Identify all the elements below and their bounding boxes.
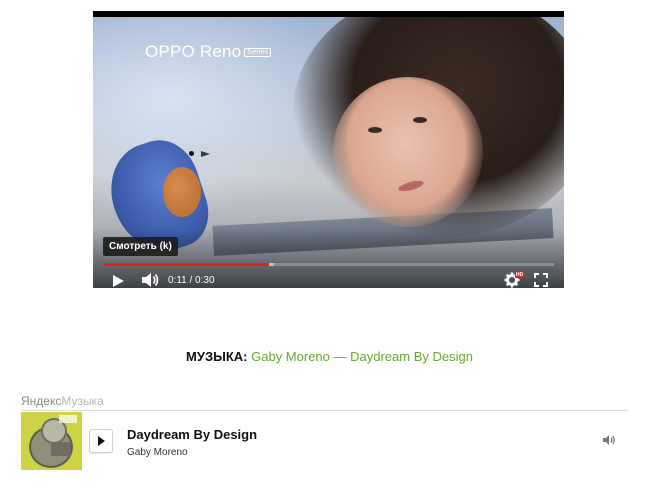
- cover-art-label: [59, 415, 77, 423]
- video-bird-eye: [189, 151, 194, 156]
- video-time: 0:11 / 0:30: [168, 275, 215, 286]
- yandex-music-logo[interactable]: ЯндексМузыка: [21, 394, 104, 408]
- video-brand-overlay: OPPO Reno Series: [145, 42, 272, 62]
- video-bird-beak: [201, 151, 210, 157]
- volume-icon[interactable]: [602, 434, 616, 446]
- video-frame[interactable]: OPPO Reno Series Смотреть (k) 0:11 / 0:30: [93, 17, 564, 288]
- video-controls: 0:11 / 0:30 HD: [93, 271, 564, 288]
- yandex-logo-part: Яндекс: [21, 394, 62, 408]
- track-artist[interactable]: Gaby Moreno: [127, 447, 188, 458]
- video-bird-breast: [163, 167, 201, 217]
- brand-name: OPPO Reno: [145, 42, 242, 61]
- play-tooltip: Смотреть (k): [103, 237, 178, 256]
- track-play-button[interactable]: [89, 429, 113, 453]
- play-icon: [98, 436, 105, 446]
- video-person-eye: [413, 117, 427, 123]
- hd-badge: HD: [515, 272, 525, 278]
- brand-tag: Series: [244, 48, 272, 58]
- track-title[interactable]: Daydream By Design: [127, 427, 257, 442]
- video-progress-fill: [103, 263, 269, 266]
- fullscreen-icon[interactable]: [534, 273, 548, 287]
- video-progress-bar[interactable]: [103, 263, 554, 266]
- music-credit-label: МУЗЫКА:: [186, 349, 248, 364]
- music-logo-part: Музыка: [61, 394, 104, 408]
- music-credit-link[interactable]: Gaby Moreno — Daydream By Design: [251, 349, 473, 364]
- video-player[interactable]: OPPO Reno Series Смотреть (k) 0:11 / 0:30: [93, 11, 564, 288]
- play-icon[interactable]: [113, 275, 124, 287]
- volume-icon[interactable]: [141, 272, 159, 288]
- music-credit: МУЗЫКА: Gaby Moreno — Daydream By Design: [0, 349, 659, 364]
- widget-divider: [21, 410, 628, 411]
- album-cover[interactable]: [21, 412, 82, 470]
- cover-art-shape: [51, 442, 71, 456]
- video-person-eye: [368, 127, 382, 133]
